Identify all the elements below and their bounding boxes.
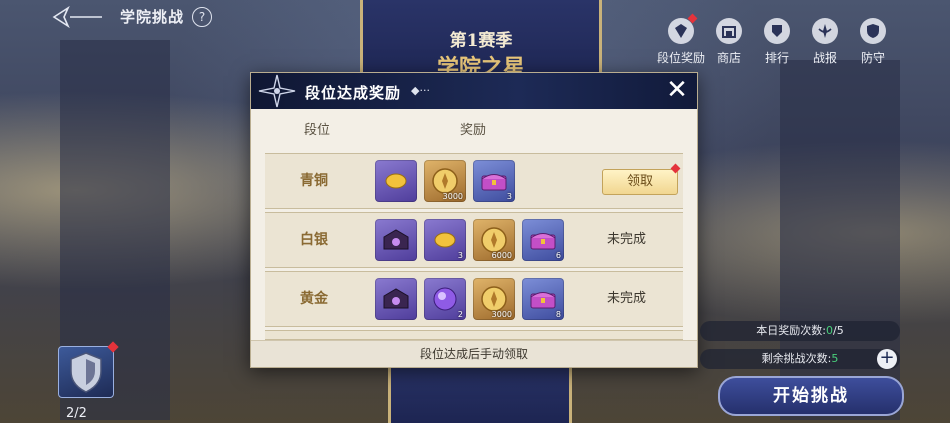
shield-icon: [860, 18, 886, 44]
start-challenge-button[interactable]: 开始挑战: [718, 376, 904, 416]
magic-orb-item[interactable]: 2: [424, 278, 466, 320]
dialog-title: 段位达成奖励: [305, 84, 402, 102]
item-count: 3: [457, 251, 463, 260]
item-count: 8: [555, 310, 561, 319]
reward-items: 3 6000 6: [375, 219, 564, 261]
treasure-chest-item[interactable]: 6: [522, 219, 564, 261]
help-button[interactable]: ?: [192, 7, 212, 27]
rank-card[interactable]: [58, 341, 119, 398]
nav-label: 段位奖励: [657, 51, 706, 65]
nav-defense[interactable]: 防守: [854, 18, 892, 66]
close-button[interactable]: ✕: [665, 77, 689, 103]
treasure-chest-icon: [481, 174, 507, 191]
dark-chest-icon: [383, 288, 409, 309]
reward-items: 3000 3: [375, 160, 515, 202]
gold-bean-item[interactable]: 3: [424, 219, 466, 261]
rank-reward-dialog: 段位达成奖励 ◆··· ✕ 段位 奖励 青铜 3000 3 领取 白银 3 60…: [250, 72, 698, 368]
attempt-count: 2/2: [66, 406, 87, 421]
banner-tail: [388, 360, 572, 423]
gold-bean-item[interactable]: [375, 160, 417, 202]
gold-bean-icon: [434, 232, 456, 248]
battle-report-icon: [812, 18, 838, 44]
column-headers: 段位 奖励: [251, 119, 697, 138]
claim-button[interactable]: 领取: [602, 169, 678, 195]
item-count: 3000: [442, 192, 463, 201]
treasure-chest-item[interactable]: 3: [473, 160, 515, 202]
nav-label: 商店: [716, 51, 741, 65]
treasure-chest-icon: [530, 292, 556, 309]
reward-row-partial: [265, 330, 683, 340]
dark-chest-item[interactable]: [375, 278, 417, 320]
gold-coin-item[interactable]: 6000: [473, 219, 515, 261]
leaderboard-icon: [764, 18, 790, 44]
item-count: 3: [506, 192, 512, 201]
dark-chest-icon: [383, 229, 409, 250]
column-header-reward: 奖励: [460, 123, 487, 138]
top-nav: 段位奖励 商店 排行 战报 防守: [657, 13, 892, 66]
reward-row: 青铜 3000 3 领取: [265, 153, 683, 209]
reward-row: 白银 3 6000 6 未完成: [265, 212, 683, 268]
rank-name: 青铜: [300, 173, 328, 189]
daily-reward-count: 本日奖励次数:0/5: [700, 321, 900, 341]
dialog-header: 段位达成奖励 ◆··· ✕: [251, 73, 697, 109]
daily-reward-current: 0: [826, 324, 833, 337]
nav-rank-reward[interactable]: 段位奖励: [657, 13, 705, 66]
item-count: 2: [457, 310, 463, 319]
back-arrow-icon[interactable]: [52, 6, 104, 28]
reward-row: 黄金 2 3000 8 未完成: [265, 271, 683, 327]
gold-coin-icon: [481, 286, 507, 312]
gold-coin-item[interactable]: 3000: [424, 160, 466, 202]
item-count: 6: [555, 251, 561, 260]
compass-star-icon: [258, 74, 296, 108]
daily-reward-label: 本日奖励次数:: [756, 324, 826, 337]
reward-items: 2 3000 8: [375, 278, 564, 320]
item-count: 6000: [491, 251, 512, 260]
dialog-footer: 段位达成后手动领取: [251, 340, 697, 367]
dark-chest-item[interactable]: [375, 219, 417, 261]
rank-name: 白银: [300, 232, 328, 248]
daily-reward-max: /5: [833, 324, 844, 337]
gold-coin-icon: [481, 227, 507, 253]
nav-shop[interactable]: 商店: [710, 18, 748, 66]
add-attempts-button[interactable]: +: [877, 349, 897, 369]
shop-icon: [716, 18, 742, 44]
nav-label: 战报: [812, 51, 837, 65]
gold-coin-item[interactable]: 3000: [473, 278, 515, 320]
gold-bean-icon: [385, 173, 407, 189]
item-count: 3000: [491, 310, 512, 319]
nav-label: 排行: [764, 51, 789, 65]
title-decoration: ◆···: [411, 84, 430, 97]
rank-name: 黄金: [300, 291, 328, 307]
page-title: 学院挑战: [120, 8, 185, 26]
status-text: 未完成: [607, 232, 647, 247]
nav-battle-report[interactable]: 战报: [806, 18, 844, 66]
treasure-chest-icon: [530, 233, 556, 250]
status-text: 未完成: [607, 291, 647, 306]
gold-coin-icon: [432, 168, 458, 194]
column-header-rank: 段位: [304, 123, 331, 138]
remaining-challenges: 剩余挑战次数:5: [700, 349, 900, 369]
nav-leaderboard[interactable]: 排行: [758, 18, 796, 66]
remaining-value: 5: [831, 352, 839, 365]
season-label: 第1赛季: [449, 31, 513, 51]
shield-crest-icon: [70, 352, 102, 393]
nav-label: 防守: [860, 51, 885, 65]
treasure-chest-item[interactable]: 8: [522, 278, 564, 320]
magic-orb-icon: [433, 287, 457, 311]
remaining-label: 剩余挑战次数:: [761, 352, 832, 365]
